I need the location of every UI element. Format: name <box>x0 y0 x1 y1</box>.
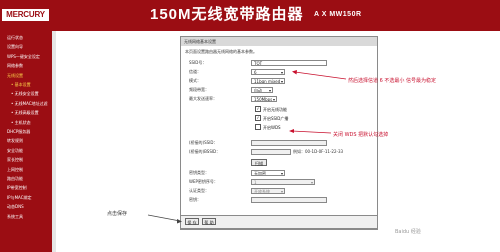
sidebar-item[interactable]: • 主机状态 <box>11 119 52 126</box>
scan-button[interactable]: 扫描 <box>251 159 267 166</box>
sidebar-item[interactable]: • 无线安全设置 <box>11 90 52 97</box>
wep-index-label: WEP密钥序号： <box>189 179 218 184</box>
sidebar-item[interactable]: 运行状态 <box>7 34 52 41</box>
wds-bssid-label: (桥接的)BSSID： <box>189 149 221 154</box>
mode-select[interactable]: 11bgn mixed <box>251 78 285 84</box>
sidebar-item[interactable]: 系统工具 <box>7 213 52 220</box>
channel-annotation: 然后选择信道 6 不选最小 信号最为稳定 <box>348 78 436 84</box>
sidebar-item[interactable]: IP与MAC绑定 <box>7 194 52 201</box>
sidebar-item[interactable]: 家长控制 <box>7 156 52 163</box>
sidebar-item[interactable]: 安全功能 <box>7 147 52 154</box>
wep-index-select[interactable]: 1 <box>251 179 315 185</box>
enable-wds-checkbox[interactable]: 开启WDS <box>255 124 281 131</box>
channel-select[interactable]: 6 <box>251 69 285 75</box>
wds-bssid-input[interactable] <box>251 149 291 155</box>
brand-logo: MERCURY <box>2 9 49 21</box>
sidebar-item[interactable]: IP带宽控制 <box>7 184 52 191</box>
checkbox-checked-icon: ✓ <box>255 115 261 121</box>
checkbox-checked-icon: ✓ <box>255 106 261 112</box>
enable-radio-checkbox[interactable]: ✓ 开启无线功能 <box>255 106 287 113</box>
sidebar-item[interactable]: 转发规则 <box>7 137 52 144</box>
ssid-label: SSID号： <box>189 60 207 65</box>
key-label: 密钥： <box>189 197 201 202</box>
enable-ssid-broadcast-label: 开启SSID广播 <box>263 116 289 121</box>
action-bar: 保 存 帮 助 <box>180 215 378 229</box>
max-rate-label: 最大发送速率： <box>189 96 217 101</box>
bandwidth-select[interactable]: 自动 <box>251 87 273 93</box>
sidebar-item[interactable]: • 基本设置 <box>11 81 52 88</box>
wds-bssid-example: 例如：00-1D-0F-11-22-33 <box>293 149 344 154</box>
wds-ssid-label: (桥接的)SSID： <box>189 140 218 145</box>
sidebar-item[interactable]: DHCP服务器 <box>7 128 52 135</box>
auth-type-label: 认证类型： <box>189 188 209 193</box>
sidebar-item[interactable]: 上网控制 <box>7 166 52 173</box>
save-button[interactable]: 保 存 <box>185 218 199 225</box>
panel-title: 无线网络基本设置 <box>181 37 377 46</box>
checkbox-unchecked-icon <box>255 124 261 130</box>
sidebar-item[interactable]: 无线设置 <box>7 72 52 79</box>
auth-type-select[interactable]: 开放系统 <box>251 188 285 194</box>
enable-ssid-broadcast-checkbox[interactable]: ✓ 开启SSID广播 <box>255 115 289 122</box>
ssid-input[interactable]: TOT <box>251 60 327 66</box>
bandwidth-label: 频段带宽： <box>189 87 209 92</box>
sidebar-item[interactable]: • 无线高级设置 <box>11 109 52 116</box>
mode-label: 模式： <box>189 78 201 83</box>
enable-wds-label: 开启WDS <box>263 125 281 130</box>
sidebar-item[interactable]: 网络参数 <box>7 62 52 69</box>
key-type-select[interactable]: 无加密 <box>251 170 285 176</box>
help-button[interactable]: 帮 助 <box>202 218 216 225</box>
save-annotation: 点击保存 <box>107 211 128 217</box>
product-title: 150M无线宽带路由器 <box>150 6 304 23</box>
enable-radio-label: 开启无线功能 <box>263 107 287 112</box>
save-arrow-icon <box>147 214 181 222</box>
header-bar: MERCURY 150M无线宽带路由器 A X MW150R <box>0 0 500 31</box>
wds-annotation: 关闭 WDS 把默认勾选掉 <box>333 132 389 138</box>
sidebar-divider <box>52 31 56 252</box>
sidebar-item[interactable]: 动态DNS <box>7 203 52 210</box>
sidebar-item[interactable]: WPS一键安全设定 <box>7 53 52 60</box>
key-type-label: 密钥类型： <box>189 170 209 175</box>
channel-label: 信道： <box>189 69 201 74</box>
max-rate-select[interactable]: 150Mbps <box>251 96 277 102</box>
sidebar-item[interactable]: 设置向导 <box>7 43 52 50</box>
wds-ssid-input[interactable] <box>251 140 327 146</box>
key-input[interactable] <box>251 197 327 203</box>
panel-description: 本页面设置路由器无线网络的基本参数。 <box>185 49 257 54</box>
watermark: Baidu 经验 <box>395 229 421 235</box>
model-number: A X MW150R <box>314 11 362 18</box>
sidebar-item[interactable]: • 无线MAC地址过滤 <box>11 100 52 107</box>
sidebar-item[interactable]: 路由功能 <box>7 175 52 182</box>
